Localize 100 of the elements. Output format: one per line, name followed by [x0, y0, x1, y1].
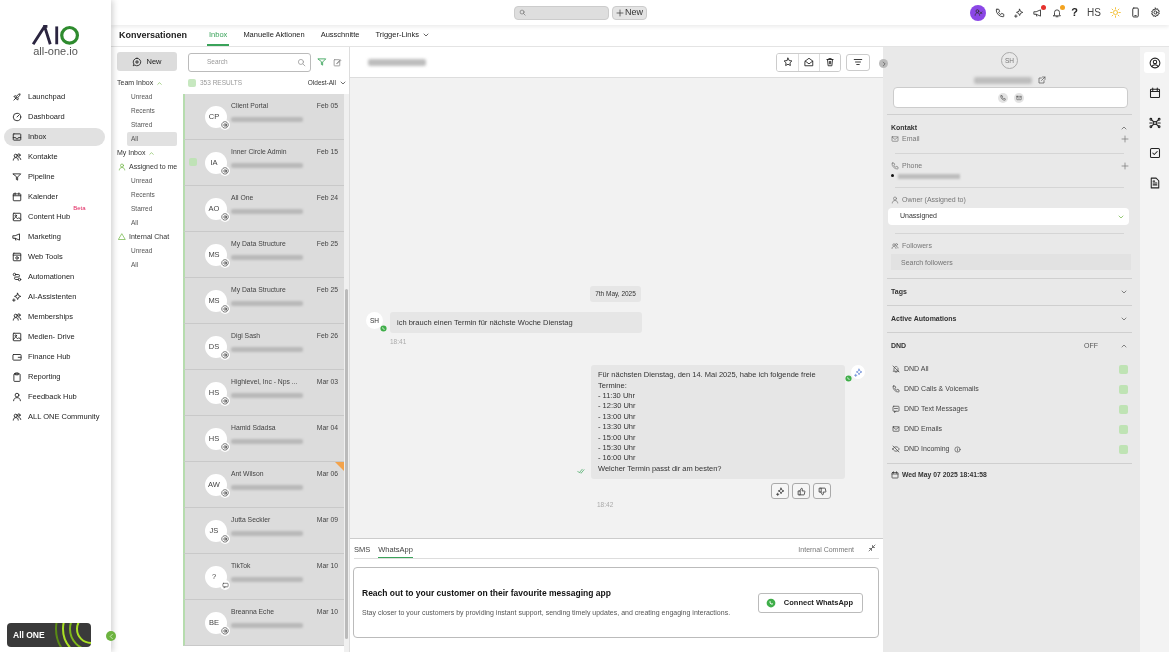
blurred-preview: [231, 439, 303, 445]
blurred-phone: [898, 174, 960, 179]
phone-icon[interactable]: [995, 7, 1006, 18]
logo-text: all-one.io: [33, 46, 78, 57]
people-icon: [12, 412, 22, 422]
plus-icon[interactable]: [1121, 161, 1129, 170]
sparkle-icon: [775, 486, 785, 496]
collapse-icon[interactable]: [868, 543, 876, 552]
help-button[interactable]: ?: [1071, 4, 1079, 21]
people-icon: [891, 242, 899, 250]
mobile-icon[interactable]: [1130, 7, 1141, 18]
chevron-left-icon: [107, 632, 115, 640]
thumbs-up-button[interactable]: [792, 483, 810, 500]
edit-icon[interactable]: [333, 57, 342, 67]
search-icon: [297, 57, 306, 67]
blurred-preview: [231, 393, 303, 399]
person-icon: [973, 8, 983, 17]
row-checkbox[interactable]: [189, 158, 197, 166]
toggle-switch[interactable]: [1119, 384, 1128, 394]
checkbox-icon: [1148, 146, 1161, 159]
trash-icon: [825, 57, 835, 67]
phone-icon: [999, 94, 1006, 101]
new-button[interactable]: New: [612, 5, 647, 20]
image-icon: [12, 332, 22, 342]
search-icon: [519, 9, 526, 16]
message-icon: [892, 405, 900, 413]
email-button[interactable]: [1013, 92, 1024, 103]
rocket-icon: [12, 92, 22, 102]
sort-icon: [853, 57, 863, 67]
thumbs-down-button[interactable]: [813, 483, 831, 500]
blurred-preview: [231, 531, 303, 537]
collapse-button[interactable]: [879, 59, 888, 68]
side-tab[interactable]: [1144, 52, 1165, 73]
person-icon: [118, 163, 126, 171]
delete-button[interactable]: [819, 53, 840, 71]
calendar-icon: [891, 471, 899, 480]
user-initials[interactable]: HS: [1087, 5, 1101, 20]
megaphone-icon: [12, 232, 22, 242]
page-title: Konversationen: [119, 28, 187, 42]
toggle-switch[interactable]: [1119, 404, 1128, 414]
whatsapp-icon: [765, 597, 776, 608]
ai-button[interactable]: [771, 483, 789, 500]
collapse-button[interactable]: [106, 631, 116, 641]
phone-icon: [891, 162, 899, 170]
brand-badge[interactable]: All ONE: [7, 623, 91, 647]
bell-off-icon: [892, 365, 900, 373]
filter-icon[interactable]: [317, 57, 327, 67]
filter-button[interactable]: [846, 53, 870, 71]
mail-icon: [891, 135, 899, 143]
blurred-preview: [231, 347, 303, 353]
promo-title: Reach out to your customer on their favourite messaging app: [362, 587, 612, 600]
toggle-switch[interactable]: [1119, 424, 1128, 434]
chevron-right-icon: [880, 60, 887, 67]
blurred-preview: [231, 577, 303, 583]
whatsapp-icon: [845, 375, 852, 383]
blurred-preview: [231, 163, 303, 169]
inbox-icon: [12, 132, 22, 142]
settings-icon[interactable]: [1150, 7, 1161, 18]
gauge-icon: [12, 112, 22, 122]
megaphone-icon[interactable]: [1033, 7, 1044, 18]
blurred-preview: [231, 485, 303, 491]
sparkle-icon: [12, 292, 22, 302]
blurred-preview: [231, 117, 303, 123]
select-all-checkbox[interactable]: [188, 79, 196, 87]
image-icon: [12, 212, 22, 222]
info-icon[interactable]: [953, 445, 961, 453]
mail-icon: [892, 425, 900, 433]
window-icon: [12, 252, 22, 262]
people-icon: [12, 152, 22, 162]
funnel-icon: [12, 172, 22, 182]
blurred-name: [973, 76, 1032, 84]
toggle-switch[interactable]: [1119, 444, 1128, 454]
eye-off-icon: [892, 445, 900, 453]
network-icon: [1148, 116, 1161, 129]
flow-icon: [12, 272, 22, 282]
avatar-icon[interactable]: [970, 4, 987, 21]
chat-icon: [132, 56, 143, 67]
person-icon: [12, 392, 22, 402]
blurred-preview: [231, 255, 303, 261]
person-icon: [1148, 56, 1161, 69]
star-icon: [782, 57, 793, 67]
double-check-icon: [577, 467, 585, 476]
plus-icon[interactable]: [1121, 134, 1129, 143]
sparkle-icon[interactable]: [1014, 7, 1025, 18]
external-link-icon[interactable]: [1037, 76, 1046, 84]
scrollbar[interactable]: [344, 94, 349, 652]
clipboard-icon: [12, 372, 22, 382]
document-icon: [1148, 176, 1161, 189]
blurred-preview: [231, 209, 303, 215]
search-field[interactable]: [514, 5, 609, 20]
call-button[interactable]: [997, 92, 1008, 103]
chevron-down-icon: [339, 79, 347, 87]
toggle-switch[interactable]: [1119, 364, 1128, 374]
sun-icon[interactable]: [1110, 7, 1121, 18]
whatsapp-icon: [380, 325, 387, 333]
thumbs-up-icon: [796, 486, 806, 496]
bullet: [891, 174, 894, 177]
thumbs-down-icon: [817, 486, 827, 496]
blurred-preview: [231, 623, 303, 629]
bell-icon[interactable]: [1052, 7, 1063, 18]
